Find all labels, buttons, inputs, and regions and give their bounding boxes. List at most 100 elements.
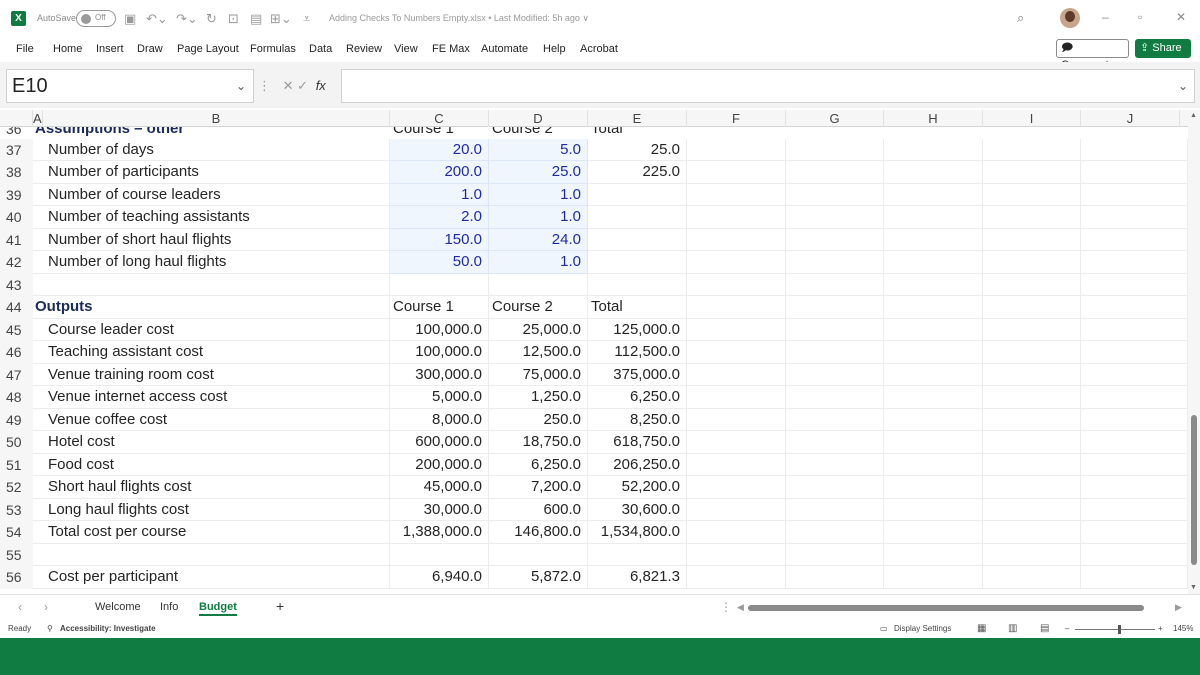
cell-c-42[interactable]: 50.0 — [390, 251, 489, 274]
cell-h-38[interactable] — [884, 161, 983, 184]
column-header-f[interactable]: F — [687, 110, 786, 127]
row-number[interactable]: 54 — [0, 521, 33, 544]
cell-f-37[interactable] — [687, 138, 786, 161]
horizontal-scrollbar[interactable] — [748, 605, 1144, 611]
row-number[interactable]: 37 — [0, 138, 33, 161]
cell-j-52[interactable] — [1081, 476, 1188, 499]
row-number[interactable]: 52 — [0, 476, 33, 499]
row-label-cell[interactable]: Course leader cost — [33, 318, 390, 341]
zoom-slider-thumb[interactable] — [1118, 625, 1121, 634]
cell-d-55[interactable] — [489, 543, 588, 566]
cell-d-52[interactable]: 7,200.0 — [489, 476, 588, 499]
cell-c-44[interactable]: Course 1 — [390, 296, 489, 319]
cell-h-55[interactable] — [884, 543, 983, 566]
cell-d-53[interactable]: 600.0 — [489, 498, 588, 521]
cell-d-48[interactable]: 1,250.0 — [489, 386, 588, 409]
cell-h-54[interactable] — [884, 521, 983, 544]
cell-j-54[interactable] — [1081, 521, 1188, 544]
cell-e-45[interactable]: 125,000.0 — [588, 318, 687, 341]
cell-f-47[interactable] — [687, 363, 786, 386]
vertical-scrollbar[interactable]: ▲ ▼ — [1188, 110, 1200, 594]
row-number[interactable]: 47 — [0, 363, 33, 386]
row-number[interactable]: 46 — [0, 341, 33, 364]
cell-f-49[interactable] — [687, 408, 786, 431]
row-number[interactable]: 39 — [0, 183, 33, 206]
row-number[interactable]: 38 — [0, 161, 33, 184]
cell-f-38[interactable] — [687, 161, 786, 184]
cell-i-45[interactable] — [983, 318, 1081, 341]
cell-f-39[interactable] — [687, 183, 786, 206]
sheet-tab-welcome[interactable]: Welcome — [95, 601, 141, 613]
cell-e-40[interactable] — [588, 206, 687, 229]
cell-d-51[interactable]: 6,250.0 — [489, 453, 588, 476]
cell-g-43[interactable] — [786, 273, 884, 296]
cell-j-38[interactable] — [1081, 161, 1188, 184]
row-label-cell[interactable]: Venue coffee cost — [33, 408, 390, 431]
cell-d-54[interactable]: 146,800.0 — [489, 521, 588, 544]
cell-h-50[interactable] — [884, 431, 983, 454]
next-sheet-icon[interactable]: › — [44, 600, 48, 614]
cell-g-50[interactable] — [786, 431, 884, 454]
column-header-j[interactable]: J — [1081, 110, 1180, 127]
cell-i-39[interactable] — [983, 183, 1081, 206]
page-layout-view-icon[interactable]: ▥ — [1008, 623, 1017, 634]
cell-g-40[interactable] — [786, 206, 884, 229]
cell-j-46[interactable] — [1081, 341, 1188, 364]
cell-g-52[interactable] — [786, 476, 884, 499]
cell-h-45[interactable] — [884, 318, 983, 341]
undo-icon[interactable]: ↶⌄ — [146, 10, 168, 27]
menu-data[interactable]: Data — [309, 43, 332, 55]
cell-d-47[interactable]: 75,000.0 — [489, 363, 588, 386]
cell-j-44[interactable] — [1081, 296, 1188, 319]
row-label-cell[interactable]: Venue internet access cost — [33, 386, 390, 409]
cell-c-53[interactable]: 30,000.0 — [390, 498, 489, 521]
row-number[interactable]: 43 — [0, 273, 33, 296]
cell-c-40[interactable]: 2.0 — [390, 206, 489, 229]
cell-g-42[interactable] — [786, 251, 884, 274]
cell-f-41[interactable] — [687, 228, 786, 251]
cell-c-48[interactable]: 5,000.0 — [390, 386, 489, 409]
cell-h-43[interactable] — [884, 273, 983, 296]
cell-d-45[interactable]: 25,000.0 — [489, 318, 588, 341]
cell-g-45[interactable] — [786, 318, 884, 341]
cell-i-43[interactable] — [983, 273, 1081, 296]
cell-f-48[interactable] — [687, 386, 786, 409]
cell-d-50[interactable]: 18,750.0 — [489, 431, 588, 454]
cell-h-51[interactable] — [884, 453, 983, 476]
column-header-i[interactable]: I — [983, 110, 1081, 127]
cell-d-39[interactable]: 1.0 — [489, 183, 588, 206]
more-options-icon[interactable]: ⋮ — [720, 600, 732, 614]
cell-h-53[interactable] — [884, 498, 983, 521]
row-label-cell[interactable]: Teaching assistant cost — [33, 341, 390, 364]
cell-f-40[interactable] — [687, 206, 786, 229]
cell-j-43[interactable] — [1081, 273, 1188, 296]
row-number[interactable]: 45 — [0, 318, 33, 341]
cell-h-47[interactable] — [884, 363, 983, 386]
cell-j-50[interactable] — [1081, 431, 1188, 454]
menu-page-layout[interactable]: Page Layout — [177, 43, 239, 55]
row-number[interactable]: 53 — [0, 498, 33, 521]
cell-g-38[interactable] — [786, 161, 884, 184]
row-label-cell[interactable]: Number of teaching assistants — [33, 206, 390, 229]
row-label-cell[interactable] — [33, 273, 390, 296]
column-header-d[interactable]: D — [489, 110, 588, 127]
cell-g-39[interactable] — [786, 183, 884, 206]
cell-i-46[interactable] — [983, 341, 1081, 364]
cell-h-39[interactable] — [884, 183, 983, 206]
menu-help[interactable]: Help — [543, 43, 566, 55]
cell-h-48[interactable] — [884, 386, 983, 409]
cell-g-48[interactable] — [786, 386, 884, 409]
row-label-cell[interactable]: Cost per participant — [33, 566, 390, 589]
cell-i-37[interactable] — [983, 138, 1081, 161]
enter-icon[interactable]: ✓ — [297, 78, 308, 93]
refresh-icon[interactable]: ↻ — [206, 10, 217, 27]
cell-c-39[interactable]: 1.0 — [390, 183, 489, 206]
scroll-right-icon[interactable]: ▶ — [1175, 602, 1182, 613]
cell-j-56[interactable] — [1081, 566, 1188, 589]
cell-c-43[interactable] — [390, 273, 489, 296]
cell-g-56[interactable] — [786, 566, 884, 589]
add-sheet-button[interactable]: + — [276, 598, 284, 614]
cell-h-44[interactable] — [884, 296, 983, 319]
menu-review[interactable]: Review — [346, 43, 382, 55]
cell-h-37[interactable] — [884, 138, 983, 161]
